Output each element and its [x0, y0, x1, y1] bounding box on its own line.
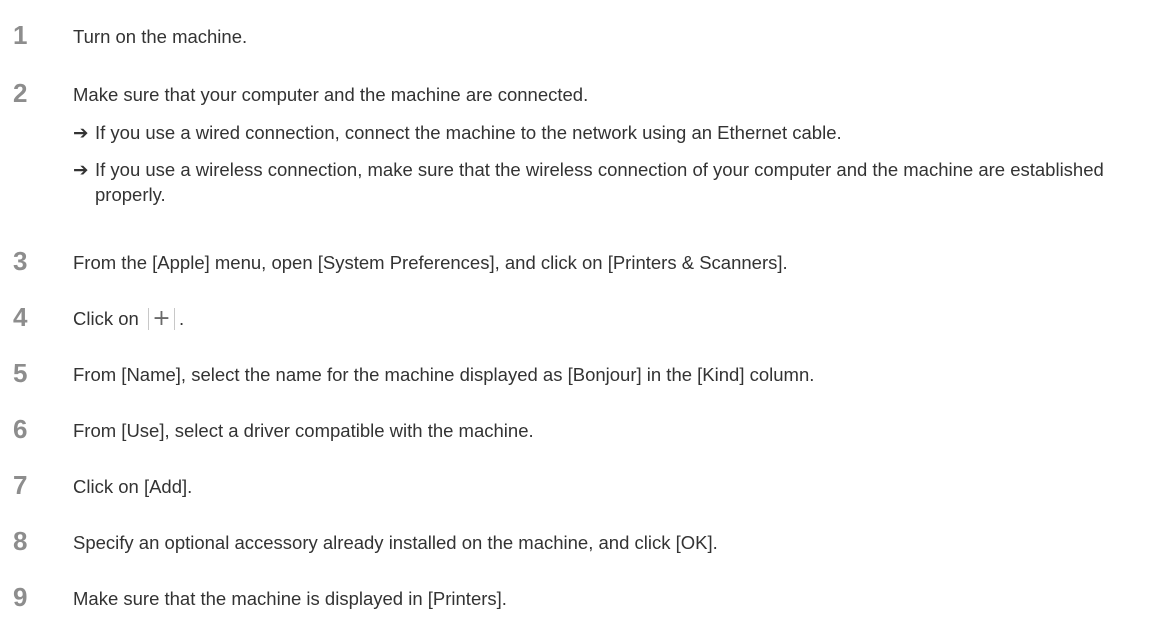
substep-wired: ➔ If you use a wired connection, connect… — [73, 120, 1153, 145]
substep-wireless: ➔ If you use a wireless connection, make… — [73, 157, 1153, 207]
step-text-before: Click on — [73, 308, 139, 329]
step-text: Click on + . — [73, 308, 184, 330]
step-number: 1 — [13, 20, 28, 50]
step-number: 7 — [13, 470, 28, 500]
step-text: Make sure that the machine is displayed … — [73, 588, 507, 609]
step-number: 6 — [13, 414, 28, 444]
arrow-right-icon: ➔ — [73, 122, 89, 143]
substep-text: If you use a wired connection, connect t… — [95, 122, 842, 143]
step-number: 3 — [13, 246, 28, 276]
step-text: Turn on the machine. — [73, 26, 248, 47]
step-text: Make sure that your computer and the mac… — [73, 84, 589, 105]
step-text: Specify an optional accessory already in… — [73, 532, 718, 553]
procedure-steps: 1 Turn on the machine. 2 Make sure that … — [0, 0, 1166, 619]
step-number: 5 — [13, 358, 28, 388]
step-number: 9 — [13, 582, 28, 612]
step-number: 2 — [13, 78, 28, 108]
arrow-right-icon: ➔ — [73, 159, 89, 180]
step-text: From [Name], select the name for the mac… — [73, 364, 815, 385]
add-printer-button: + — [147, 306, 175, 331]
step-number: 8 — [13, 526, 28, 556]
step-text-after: . — [178, 308, 185, 329]
substep-text: If you use a wireless connection, make s… — [95, 159, 1104, 205]
step-text: From [Use], select a driver compatible w… — [73, 420, 534, 441]
plus-icon: + — [152, 306, 171, 331]
step-number: 4 — [13, 302, 28, 332]
step-text: From the [Apple] menu, open [System Pref… — [73, 252, 788, 273]
step-text: Click on [Add]. — [73, 476, 193, 497]
